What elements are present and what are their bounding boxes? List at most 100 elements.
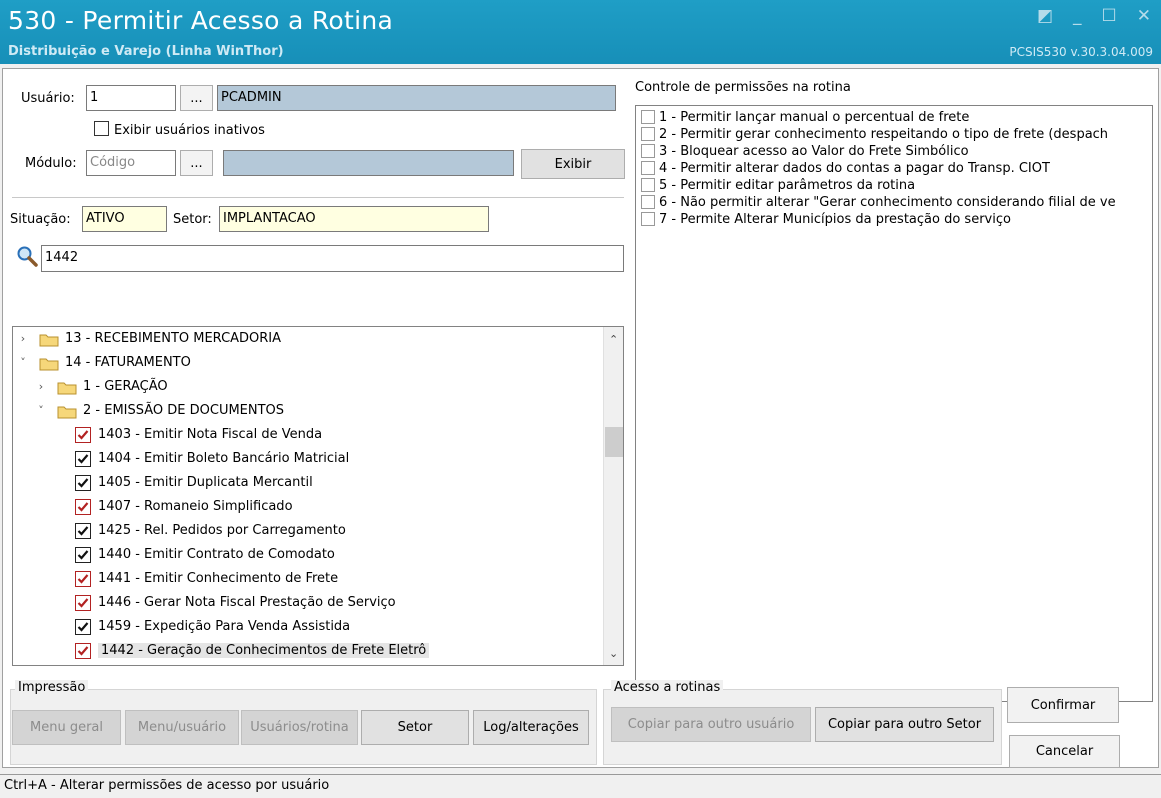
tree-folder[interactable]: ˅ 2 - EMISSÃO DE DOCUMENTOS <box>38 399 284 423</box>
routine-checkbox[interactable] <box>75 498 91 515</box>
tree-routine-item[interactable]: 1442 - Geração de Conhecimentos de Frete… <box>75 639 430 663</box>
copy-to-setor-button[interactable]: Copiar para outro Setor <box>815 707 994 742</box>
window-title: 530 - Permitir Acesso a Rotina <box>8 6 394 35</box>
permission-item[interactable]: 7 - Permite Alterar Municípios da presta… <box>641 211 1011 229</box>
tree-scrollbar[interactable]: ⌃ ⌄ <box>603 327 623 665</box>
permission-item[interactable]: 3 - Bloquear acesso ao Valor do Frete Si… <box>641 143 969 161</box>
tree-item-label: 1407 - Romaneio Simplificado <box>98 499 293 514</box>
tree-item-label: 1 - GERAÇÃO <box>83 379 168 394</box>
chevron-down-icon[interactable]: ˅ <box>35 399 47 423</box>
permission-label: 5 - Permitir editar parâmetros da rotina <box>659 178 916 193</box>
tree-item-label: 1441 - Emitir Conhecimento de Frete <box>98 571 339 586</box>
confirm-button[interactable]: Confirmar <box>1007 687 1119 723</box>
setor-button[interactable]: Setor <box>361 710 469 745</box>
tree-item-label: 14 - FATURAMENTO <box>65 355 191 370</box>
tree-folder[interactable]: ›3 - RELATÓRIOS <box>57 663 186 665</box>
permission-item[interactable]: 5 - Permitir editar parâmetros da rotina <box>641 177 916 195</box>
chevron-right-icon[interactable]: › <box>35 663 47 665</box>
situacao-label: Situação: <box>10 212 71 227</box>
search-icon <box>16 245 38 267</box>
menu-geral-button[interactable]: Menu geral <box>12 710 121 745</box>
scroll-thumb[interactable] <box>605 427 623 457</box>
routine-tree[interactable]: › 13 - RECEBIMENTO MERCADORIA ˅ 14 - FATURA… <box>12 326 624 666</box>
tree-routine-item[interactable]: 1446 - Gerar Nota Fiscal Prestação de Se… <box>75 591 396 615</box>
copy-to-user-button[interactable]: Copiar para outro usuário <box>611 707 811 742</box>
tree-routine-item[interactable]: 1405 - Emitir Duplicata Mercantil <box>75 471 313 495</box>
tree-item-label: 1446 - Gerar Nota Fiscal Prestação de Se… <box>98 595 396 610</box>
tree-folder[interactable]: ˅ 14 - FATURAMENTO <box>20 351 191 375</box>
window-controls: ◩ _ ☐ ✕ <box>1037 6 1151 26</box>
permissions-title: Controle de permissões na rotina <box>635 80 851 95</box>
routine-checkbox[interactable] <box>75 618 91 635</box>
module-code-input[interactable]: Código <box>86 150 176 176</box>
app-window: 530 - Permitir Acesso a Rotina Distribui… <box>0 0 1161 798</box>
tree-item-label: 13 - RECEBIMENTO MERCADORIA <box>65 331 282 346</box>
user-label: Usuário: <box>21 91 75 106</box>
scroll-up-icon[interactable]: ⌃ <box>609 333 618 346</box>
tree-routine-item[interactable]: 1407 - Romaneio Simplificado <box>75 495 293 519</box>
routine-checkbox[interactable] <box>75 642 91 659</box>
scroll-down-icon[interactable]: ⌄ <box>609 647 618 660</box>
tree-routine-item[interactable]: 1425 - Rel. Pedidos por Carregamento <box>75 519 346 543</box>
routine-checkbox[interactable] <box>75 450 91 467</box>
permission-checkbox[interactable] <box>641 126 655 141</box>
setor-label: Setor: <box>173 212 212 227</box>
log-alteracoes-button[interactable]: Log/alterações <box>473 710 589 745</box>
tree-routine-item[interactable]: 1403 - Emitir Nota Fiscal de Venda <box>75 423 322 447</box>
title-bar: 530 - Permitir Acesso a Rotina Distribui… <box>0 0 1161 64</box>
impressao-title: Impressão <box>15 680 89 695</box>
permission-label: 2 - Permitir gerar conhecimento respeita… <box>659 127 1109 142</box>
routine-checkbox[interactable] <box>75 546 91 563</box>
user-code-input[interactable]: 1 <box>86 85 176 111</box>
routine-checkbox[interactable] <box>75 594 91 611</box>
minimize-icon[interactable]: _ <box>1073 6 1082 26</box>
chevron-right-icon[interactable]: › <box>17 327 29 351</box>
show-button[interactable]: Exibir <box>521 149 625 179</box>
tree-item-label: 1459 - Expedição Para Venda Assistida <box>98 619 351 634</box>
tree-folder[interactable]: › 13 - RECEBIMENTO MERCADORIA <box>21 327 282 351</box>
tree-routine-item[interactable]: 1440 - Emitir Contrato de Comodato <box>75 543 335 567</box>
folder-icon <box>39 356 59 370</box>
routine-checkbox[interactable] <box>75 522 91 539</box>
permission-checkbox[interactable] <box>641 211 655 226</box>
restore-layout-icon[interactable]: ◩ <box>1037 6 1053 26</box>
permission-checkbox[interactable] <box>641 177 655 192</box>
permission-checkbox[interactable] <box>641 109 655 124</box>
tree-routine-item[interactable]: 1441 - Emitir Conhecimento de Frete <box>75 567 338 591</box>
show-inactive-label: Exibir usuários inativos <box>114 123 265 138</box>
tree-routine-item[interactable]: 1404 - Emitir Boleto Bancário Matricial <box>75 447 349 471</box>
folder-icon <box>57 380 77 394</box>
usuarios-rotina-button[interactable]: Usuários/rotina <box>241 710 358 745</box>
close-icon[interactable]: ✕ <box>1137 6 1151 26</box>
permission-label: 7 - Permite Alterar Municípios da presta… <box>659 212 1011 227</box>
routine-checkbox[interactable] <box>75 474 91 491</box>
menu-usuario-button[interactable]: Menu/usuário <box>125 710 239 745</box>
chevron-right-icon[interactable]: › <box>35 375 47 399</box>
cancel-button[interactable]: Cancelar <box>1009 735 1120 768</box>
situacao-field: ATIVO <box>82 206 167 232</box>
tree-routine-item[interactable]: 1459 - Expedição Para Venda Assistida <box>75 615 350 639</box>
tree-folder[interactable]: › 1 - GERAÇÃO <box>39 375 168 399</box>
routine-checkbox[interactable] <box>75 570 91 587</box>
module-label: Módulo: <box>25 156 77 171</box>
maximize-icon[interactable]: ☐ <box>1102 6 1117 26</box>
module-name-field <box>223 150 514 176</box>
permission-checkbox[interactable] <box>641 194 655 209</box>
permission-checkbox[interactable] <box>641 160 655 175</box>
chevron-down-icon[interactable]: ˅ <box>17 351 29 375</box>
permission-item[interactable]: 6 - Não permitir alterar "Gerar conhecim… <box>641 194 1116 212</box>
search-input[interactable]: 1442 <box>41 245 624 272</box>
routine-checkbox[interactable] <box>75 426 91 443</box>
permission-label: 4 - Permitir alterar dados do contas a p… <box>659 161 1050 176</box>
module-browse-button[interactable]: ... <box>180 150 213 176</box>
tree-item-label: 1425 - Rel. Pedidos por Carregamento <box>98 523 346 538</box>
permission-checkbox[interactable] <box>641 143 655 158</box>
folder-icon <box>39 332 59 346</box>
permission-item[interactable]: 1 - Permitir lançar manual o percentual … <box>641 109 969 127</box>
permission-item[interactable]: 2 - Permitir gerar conhecimento respeita… <box>641 126 1109 144</box>
permission-item[interactable]: 4 - Permitir alterar dados do contas a p… <box>641 160 1050 178</box>
user-browse-button[interactable]: ... <box>180 85 213 111</box>
show-inactive-checkbox[interactable] <box>94 121 109 136</box>
user-name-field: PCADMIN <box>217 85 616 111</box>
permission-label: 6 - Não permitir alterar "Gerar conhecim… <box>659 195 1116 210</box>
